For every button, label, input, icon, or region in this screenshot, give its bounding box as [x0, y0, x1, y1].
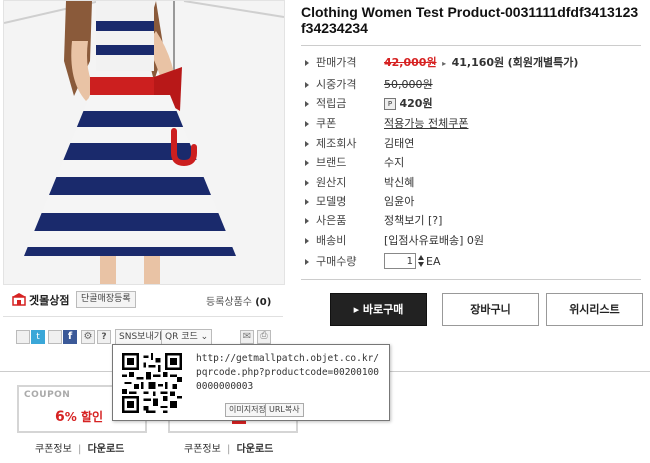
shipping-value: [입점사유료배송] 0원 [384, 234, 485, 247]
row-manufacturer: 제조회사 김태연 [305, 137, 645, 157]
store-product-count: 등록상품수 (0) [206, 293, 271, 308]
checkbox-icon[interactable] [48, 330, 62, 344]
print-icon[interactable]: ⎙ [257, 330, 271, 344]
product-photo [4, 1, 284, 284]
mail-icon[interactable]: ✉ [240, 330, 254, 344]
qr-code-image [122, 353, 182, 413]
brand-value: 수지 [384, 156, 405, 169]
store-count-value: (0) [255, 297, 272, 308]
coupon-info-link[interactable]: 쿠폰정보 [184, 444, 221, 455]
product-image[interactable] [3, 0, 285, 285]
arrow-icon [305, 180, 309, 186]
sale-price: 41,160원 [451, 56, 505, 69]
row-model: 모델명 임윤아 [305, 195, 645, 215]
origin-value: 박신혜 [384, 176, 415, 189]
coupon-info-link[interactable]: 쿠폰정보 [35, 444, 72, 455]
arrow-icon [305, 60, 309, 66]
coupon-download-link[interactable]: 다운로드 [88, 444, 125, 455]
coupon-link[interactable]: 적용가능 전체쿠폰 [384, 117, 468, 131]
row-gift: 사은품 정책보기 [?] [305, 214, 645, 234]
row-quantity: 구매수량 1 EA [305, 253, 645, 275]
coupon-tag: COUPON [24, 390, 71, 400]
title-divider [301, 45, 641, 46]
quantity-unit: EA [426, 255, 441, 268]
checkbox-icon[interactable] [16, 330, 30, 344]
qr-popup: http://getmallpatch.objet.co.kr/pqrcode.… [112, 344, 390, 421]
arrow-icon [305, 259, 309, 265]
sns-share-button[interactable]: SNS보내기 [115, 329, 166, 345]
twitter-icon[interactable]: t [31, 330, 45, 344]
row-label: 모델명 [316, 195, 347, 208]
wishlist-button[interactable]: 위시리스트 [546, 293, 643, 326]
row-label: 제조회사 [316, 137, 357, 150]
price-values: 42,000원 ▸ 41,160원 (회원개별특가) [384, 56, 578, 71]
arrow-icon [305, 218, 309, 224]
coupon-links: 쿠폰정보 | 다운로드 [35, 444, 125, 455]
arrow-icon [305, 160, 309, 166]
row-label: 시중가격 [316, 78, 357, 91]
price-note: (회원개별특가) [507, 56, 579, 69]
arrow-icon [305, 238, 309, 244]
model-value: 임윤아 [384, 195, 415, 208]
gift-policy-link[interactable]: 정책보기 [?] [384, 214, 442, 228]
row-points: 적립금 P 420원 [305, 97, 645, 117]
row-shipping: 배송비 [입점사유료배송] 0원 [305, 234, 645, 254]
arrow-icon [305, 121, 309, 127]
points-value: P 420원 [384, 97, 433, 111]
coupon-value-fragment [232, 421, 246, 424]
points-amount: 420원 [399, 97, 433, 110]
coupon-links: 쿠폰정보 | 다운로드 [184, 444, 274, 455]
point-icon: P [384, 98, 396, 110]
store-divider [3, 316, 283, 317]
row-label: 원산지 [316, 176, 347, 189]
store-count-label: 등록상품수 [206, 297, 252, 308]
quantity-input[interactable]: 1 [384, 253, 416, 269]
row-origin: 원산지 박신혜 [305, 176, 645, 196]
coupon-discount: 6% 할인 [55, 409, 104, 425]
arrow-icon [305, 199, 309, 205]
save-image-button[interactable]: 이미지저장 [225, 403, 270, 417]
arrow-icon [305, 101, 309, 107]
manufacturer-value: 김태연 [384, 137, 415, 150]
row-sale-price: 판매가격 42,000원 ▸ 41,160원 (회원개별특가) [305, 56, 645, 76]
original-price: 42,000원 [384, 56, 437, 69]
add-to-cart-button[interactable]: 장바구니 [442, 293, 539, 326]
market-price: 50,000원 [384, 78, 433, 91]
store-name[interactable]: 겟몰상점 [29, 292, 69, 308]
product-title: Clothing Women Test Product-0031111dfdf3… [301, 4, 639, 36]
coupon-download-link[interactable]: 다운로드 [237, 444, 274, 455]
qr-url-text: http://getmallpatch.objet.co.kr/pqrcode.… [196, 353, 380, 392]
help-icon[interactable]: ? [97, 330, 111, 344]
row-label: 쿠폰 [316, 117, 337, 130]
arrow-icon [305, 141, 309, 147]
info-divider [301, 279, 641, 280]
row-label: 브랜드 [316, 156, 347, 169]
register-store-button[interactable]: 단골매장등록 [76, 291, 136, 308]
row-label: 구매수량 [316, 255, 357, 268]
gear-icon[interactable]: ⚙ [81, 330, 95, 344]
arrow-right-icon: ▸ [442, 59, 447, 68]
row-label: 사은품 [316, 214, 347, 227]
copy-url-button[interactable]: URL복사 [265, 403, 304, 417]
row-label: 판매가격 [316, 56, 357, 69]
row-label: 배송비 [316, 234, 347, 247]
arrow-icon [305, 82, 309, 88]
row-market-price: 시중가격 50,000원 [305, 78, 645, 98]
row-label: 적립금 [316, 97, 347, 110]
qr-code-button[interactable]: QR 코드 ⌄ [161, 329, 213, 345]
row-brand: 브랜드 수지 [305, 156, 645, 176]
spinner-icon[interactable] [418, 254, 424, 268]
row-coupon: 쿠폰 적용가능 전체쿠폰 [305, 117, 645, 137]
store-logo-icon [11, 292, 27, 306]
facebook-icon[interactable]: f [63, 330, 77, 344]
buy-now-button[interactable]: ▸ 바로구매 [330, 293, 427, 326]
